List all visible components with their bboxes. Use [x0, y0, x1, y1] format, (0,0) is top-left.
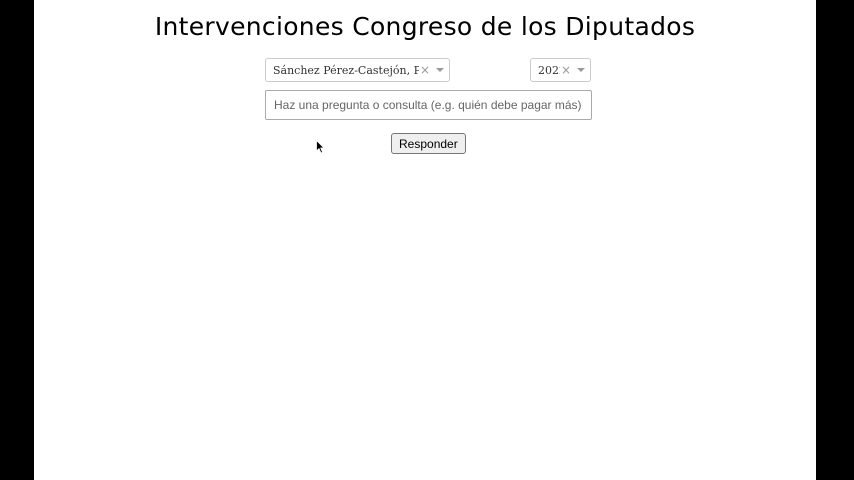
year-clear-icon[interactable]: × [560, 63, 572, 77]
year-dropdown-toggle[interactable] [572, 68, 590, 72]
speaker-clear-icon[interactable]: × [419, 63, 431, 77]
year-select-value: 2022 [538, 63, 560, 77]
submit-button[interactable]: Responder [391, 133, 466, 154]
query-input[interactable] [265, 90, 592, 120]
chevron-down-icon [436, 68, 444, 72]
app-viewport: Intervenciones Congreso de los Diputados… [34, 0, 816, 480]
speaker-select-value: Sánchez Pérez-Castejón, Pedro [273, 63, 419, 77]
chevron-down-icon [577, 68, 585, 72]
speaker-dropdown-toggle[interactable] [431, 68, 449, 72]
year-select[interactable]: 2022 × [530, 58, 591, 82]
page-title: Intervenciones Congreso de los Diputados [154, 12, 696, 41]
mouse-pointer-icon [316, 140, 325, 154]
speaker-select[interactable]: Sánchez Pérez-Castejón, Pedro × [265, 58, 450, 82]
